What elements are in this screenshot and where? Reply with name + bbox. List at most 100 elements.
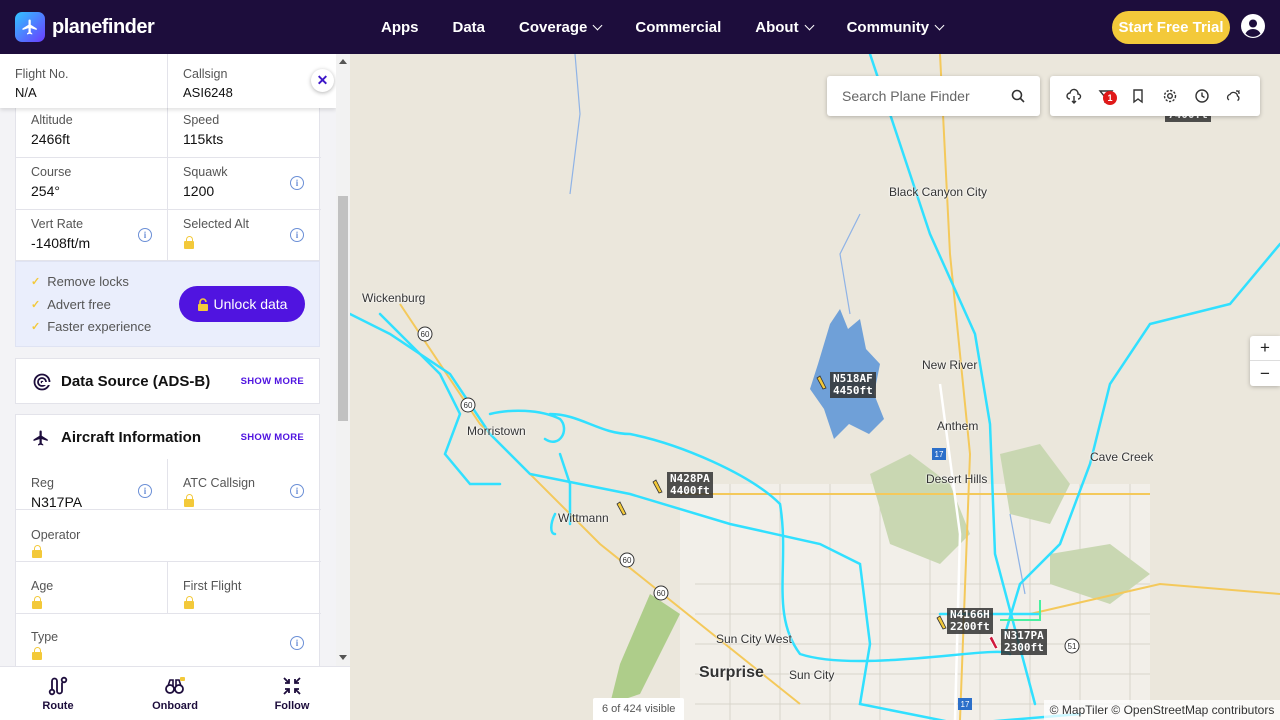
squawk-label: Squawk [183, 165, 228, 179]
user-account-icon[interactable] [1241, 14, 1265, 38]
map-canvas[interactable]: 60 60 60 60 17 17 51 [350, 54, 1280, 720]
selected-alt-label: Selected Alt [183, 217, 250, 231]
weather-icon[interactable] [1226, 88, 1242, 104]
gear-icon[interactable] [1162, 88, 1178, 104]
callsign-field: Callsign ASI6248 [183, 61, 233, 106]
map-toolbar: 1 [1050, 76, 1260, 116]
zoom-in-button[interactable]: + [1250, 336, 1280, 361]
place-label: Sun City West [716, 632, 792, 646]
vert-rate-field: Vert Rate -1408ft/m [16, 205, 105, 263]
aircraft-label[interactable]: N4166H 2200ft [947, 608, 993, 634]
speed-field: Speed 115kts [168, 101, 238, 159]
info-icon[interactable]: i [290, 636, 304, 650]
callsign-label: Callsign [183, 67, 228, 81]
aircraft-icon[interactable] [652, 479, 663, 494]
logo[interactable]: planefinder [15, 12, 155, 42]
cloud-icon[interactable] [1066, 88, 1082, 104]
lock-icon [32, 647, 42, 660]
course-field: Course 254° [16, 153, 86, 211]
nav-apps-label: Apps [381, 18, 419, 36]
selected-alt-field: Selected Alt [168, 205, 264, 243]
lock-icon [32, 596, 42, 609]
zoom-out-button[interactable]: − [1250, 361, 1280, 386]
info-icon[interactable]: i [290, 228, 304, 242]
map-view[interactable]: 60 60 60 60 17 17 51 Black Canyon City W… [350, 54, 1280, 720]
bottom-action-bar: Route Onboard Follow [0, 666, 350, 720]
data-source-section[interactable]: Data Source (ADS-B) SHOW MORE [15, 358, 320, 404]
close-icon[interactable]: ✕ [311, 69, 334, 92]
route-button[interactable]: Route [13, 667, 103, 720]
place-label: Cave Creek [1090, 450, 1154, 464]
unlock-data-button[interactable]: Unlock data [179, 286, 305, 322]
chevron-down-icon [592, 20, 603, 30]
route-shield: 17 [961, 700, 970, 709]
flight-id-header: Flight No. N/A Callsign ASI6248 ✕ [0, 54, 336, 108]
flight-no-label: Flight No. [15, 67, 69, 81]
info-icon[interactable]: i [290, 484, 304, 498]
info-icon[interactable]: i [290, 176, 304, 190]
aircraft-label[interactable]: N518AF 4450ft [830, 372, 876, 398]
plane-logo-icon [15, 12, 45, 42]
route-shield: 17 [935, 450, 944, 459]
route-shield: 60 [623, 556, 632, 565]
squawk-value: 1200 [183, 183, 215, 199]
course-label: Course [31, 165, 72, 179]
onboard-button[interactable]: Onboard [130, 667, 220, 720]
aircraft-label[interactable]: N317PA 2300ft [1001, 629, 1047, 655]
vert-rate-value: -1408ft/m [31, 235, 91, 251]
brand-name: planefinder [52, 15, 155, 38]
check-icon: ✓ [31, 276, 41, 288]
history-icon[interactable] [1194, 88, 1210, 104]
visible-aircraft-count: 6 of 424 visible [593, 698, 685, 720]
promo-item: ✓ Advert free [31, 297, 111, 312]
nav-about-label: About [755, 18, 799, 36]
lock-icon [32, 545, 42, 558]
aircraft-info-card: Reg N317PA i ATC Callsign i Operator Age… [15, 459, 321, 669]
nav-about[interactable]: About [738, 0, 829, 54]
place-label: Black Canyon City [889, 185, 988, 199]
flight-details-panel: Altitude 2466ft Speed 115kts Course 254°… [0, 54, 350, 720]
show-more-link[interactable]: SHOW MORE [241, 376, 304, 387]
nav-data[interactable]: Data [436, 0, 503, 54]
place-label: Surprise [699, 664, 764, 681]
follow-button[interactable]: Follow [247, 667, 337, 720]
aircraft-information-section[interactable]: Aircraft Information SHOW MORE [15, 414, 320, 460]
place-label: Sun City [789, 668, 835, 682]
aircraft-altitude: 2200ft [950, 620, 990, 633]
nav-coverage[interactable]: Coverage [502, 0, 618, 54]
aircraft-label[interactable]: N428PA 4400ft [667, 472, 713, 498]
nav-data-label: Data [452, 18, 486, 36]
route-shield: 60 [421, 330, 430, 339]
plane-icon [33, 430, 48, 446]
show-more-link[interactable]: SHOW MORE [241, 432, 304, 443]
route-icon [48, 676, 68, 696]
signal-icon [33, 373, 51, 391]
check-icon: ✓ [31, 321, 41, 333]
search-icon[interactable] [1011, 89, 1025, 103]
info-icon[interactable]: i [138, 228, 152, 242]
flight-no-value: N/A [15, 85, 37, 100]
main-nav: Apps Data Coverage Commercial About Comm… [364, 0, 960, 54]
aircraft-icon[interactable] [616, 501, 627, 516]
unlock-icon [197, 297, 208, 311]
scrollbar-thumb[interactable] [338, 196, 348, 421]
search-input[interactable]: Search Plane Finder [827, 76, 1040, 116]
promo-item-label: Faster experience [47, 319, 152, 334]
nav-apps[interactable]: Apps [364, 0, 436, 54]
place-label: Wittmann [558, 511, 609, 525]
bookmark-icon[interactable] [1130, 88, 1146, 104]
map-attribution[interactable]: © MapTiler © OpenStreetMap contributors [1044, 700, 1280, 720]
start-free-trial-button[interactable]: Start Free Trial [1112, 11, 1230, 44]
scroll-up-icon[interactable] [339, 59, 347, 64]
type-label: Type [31, 630, 59, 644]
reg-value: N317PA [31, 494, 83, 510]
collapse-arrows-icon [283, 677, 301, 695]
scroll-down-icon[interactable] [339, 655, 347, 660]
lock-icon [184, 236, 194, 249]
search-placeholder: Search Plane Finder [842, 88, 970, 104]
info-icon[interactable]: i [138, 484, 152, 498]
nav-commercial[interactable]: Commercial [618, 0, 738, 54]
course-value: 254° [31, 183, 60, 199]
nav-community[interactable]: Community [830, 0, 961, 54]
type-field: Type [16, 618, 73, 656]
